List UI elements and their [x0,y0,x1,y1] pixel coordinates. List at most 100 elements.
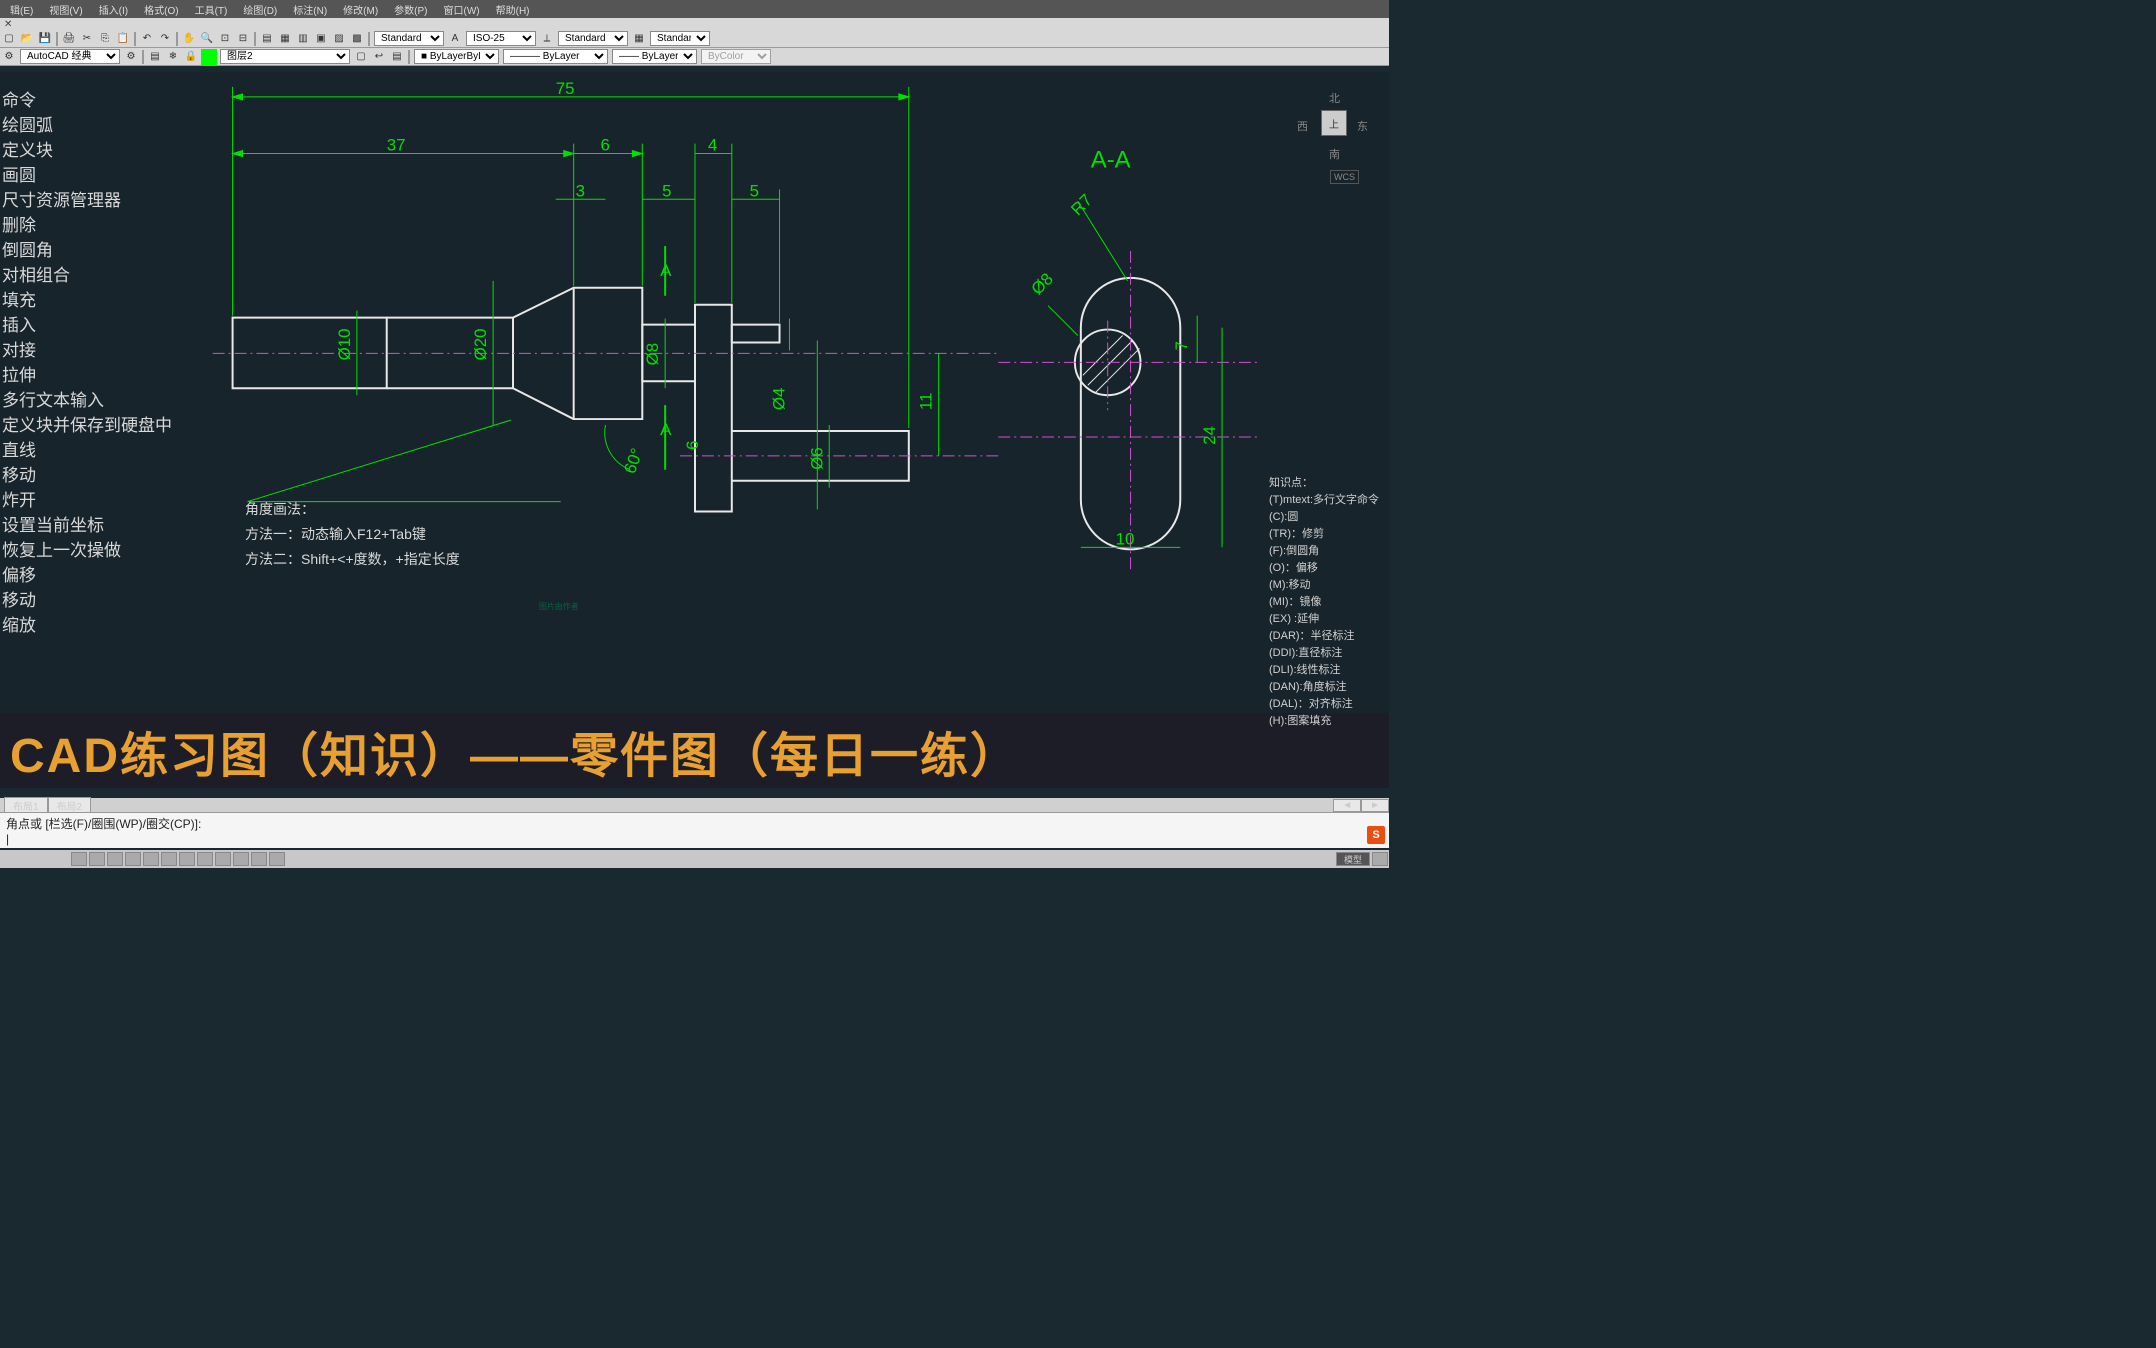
cmd-item[interactable]: 填充 [2,288,172,313]
annotation-scale[interactable] [1372,852,1388,866]
layer-color-icon[interactable]: ■ [201,49,217,65]
otrack-toggle[interactable] [161,852,177,866]
cmd-item[interactable]: 移动 [2,463,172,488]
markup-icon[interactable]: ▨ [331,31,347,47]
sheet-icon[interactable]: ▣ [313,31,329,47]
cmd-item[interactable]: 删除 [2,213,172,238]
cmd-item[interactable]: 直线 [2,438,172,463]
view-cube[interactable]: 北 西 东 南 上 [1299,90,1369,160]
cmd-item[interactable]: 设置当前坐标 [2,513,172,538]
layer-prev-icon[interactable]: ↩ [371,49,387,65]
cut-icon[interactable]: ✂ [79,31,95,47]
cmd-item[interactable]: 对相组合 [2,263,172,288]
save-icon[interactable]: 💾 [37,31,53,47]
zoom-prev-icon[interactable]: ⊟ [235,31,251,47]
design-center-icon[interactable]: ▦ [277,31,293,47]
ws-gear-icon[interactable]: ⚙ [123,49,139,65]
tablestyle-icon[interactable]: ▦ [631,31,647,47]
model-space-button[interactable]: 模型 [1336,852,1370,866]
cmd-item[interactable]: 对接 [2,338,172,363]
text-style-select[interactable]: Standard [374,31,444,46]
new-icon[interactable]: ▢ [1,31,17,47]
layer-lock-icon[interactable]: 🔒 [183,49,199,65]
cmd-item[interactable]: 定义块 [2,138,172,163]
linetype-select[interactable]: ——— ByLayer [503,49,608,64]
layout-tab-1[interactable]: 布局1 [4,797,48,814]
dim-style-select[interactable]: ISO-25 [466,31,536,46]
ws-icon[interactable]: ⚙ [1,49,17,65]
menu-help[interactable]: 帮助(H) [488,2,538,17]
color-select[interactable]: ■ ByLayerByLayer [414,49,499,64]
cmd-item[interactable]: 拉伸 [2,363,172,388]
osnap-toggle[interactable] [143,852,159,866]
layout-tab-2[interactable]: 布局2 [48,797,92,814]
zoom-icon[interactable]: 🔍 [199,31,215,47]
open-icon[interactable]: 📂 [19,31,35,47]
compass-s[interactable]: 南 [1329,146,1340,162]
menu-draw[interactable]: 绘图(D) [235,2,285,17]
layer-freeze-icon[interactable]: ❄ [165,49,181,65]
plotstyle-select[interactable]: ByColor [701,49,771,64]
scroll-right-icon[interactable]: ► [1361,799,1389,812]
toolpalette-icon[interactable]: ▥ [295,31,311,47]
wcs-label[interactable]: WCS [1330,170,1359,184]
cmd-item[interactable]: 恢复上一次操做 [2,538,172,563]
cmd-item[interactable]: 插入 [2,313,172,338]
zoom-window-icon[interactable]: ⊡ [217,31,233,47]
cmd-item[interactable]: 多行文本输入 [2,388,172,413]
model-toggle[interactable] [251,852,267,866]
menu-modify[interactable]: 修改(M) [335,2,386,17]
cmd-item[interactable]: 偏移 [2,563,172,588]
viewcube-top[interactable]: 上 [1321,110,1347,136]
cmd-item[interactable]: 缩放 [2,613,172,638]
workspace-select[interactable]: AutoCAD 经典 [20,49,120,64]
layer-props-icon[interactable]: ▤ [147,49,163,65]
paste-icon[interactable]: 📋 [115,31,131,47]
menu-format[interactable]: 格式(O) [136,2,186,17]
compass-n[interactable]: 北 [1329,90,1340,106]
cmd-item[interactable]: 炸开 [2,488,172,513]
sc-toggle[interactable] [269,852,285,866]
menu-param[interactable]: 参数(P) [386,2,435,17]
undo-icon[interactable]: ↶ [139,31,155,47]
doc-close-button[interactable]: ✕ [0,19,16,30]
pan-icon[interactable]: ✋ [181,31,197,47]
polar-toggle[interactable] [125,852,141,866]
cmd-item[interactable]: 定义块并保存到硬盘中 [2,413,172,438]
cmd-item[interactable]: 画圆 [2,163,172,188]
snap-toggle[interactable] [71,852,87,866]
ducs-toggle[interactable] [179,852,195,866]
cmd-item[interactable]: 尺寸资源管理器 [2,188,172,213]
multi-style-select[interactable]: Standard [650,31,710,46]
props-icon[interactable]: ▤ [259,31,275,47]
menu-tools[interactable]: 工具(T) [187,2,236,17]
cmd-item[interactable]: 倒圆角 [2,238,172,263]
scroll-left-icon[interactable]: ◄ [1333,799,1361,812]
redo-icon[interactable]: ↷ [157,31,173,47]
table-style-select[interactable]: Standard [558,31,628,46]
copy-icon[interactable]: ⎘ [97,31,113,47]
layer-state-icon[interactable]: ▤ [389,49,405,65]
cmd-item[interactable]: 绘圆弧 [2,113,172,138]
dyn-toggle[interactable] [197,852,213,866]
compass-w[interactable]: 西 [1297,118,1308,134]
qp-toggle[interactable] [233,852,249,866]
compass-e[interactable]: 东 [1357,118,1368,134]
menu-edit[interactable]: 辑(E) [2,2,41,17]
grid-toggle[interactable] [89,852,105,866]
lineweight-select[interactable]: —— ByLayer [612,49,697,64]
calc-icon[interactable]: ▩ [349,31,365,47]
layer-select[interactable]: 图层2 [220,49,350,64]
command-line[interactable]: 角点或 [栏选(F)/圈围(WP)/圈交(CP)]: | [0,812,1389,848]
cmd-item[interactable]: 命令 [2,88,172,113]
menu-insert[interactable]: 插入(I) [91,2,136,17]
textstyle-icon[interactable]: A [447,31,463,47]
drawing-viewport[interactable]: 75 37 6 4 3 5 5 Ø10 Ø20 Ø8 Ø4 Ø6 11 6 60… [0,72,1389,788]
layer-match-icon[interactable]: ▢ [353,49,369,65]
cmd-item[interactable]: 移动 [2,588,172,613]
ortho-toggle[interactable] [107,852,123,866]
ime-badge[interactable]: S [1367,826,1385,844]
print-icon[interactable]: 🖨 [61,31,77,47]
menu-dim[interactable]: 标注(N) [285,2,335,17]
menu-view[interactable]: 视图(V) [41,2,90,17]
